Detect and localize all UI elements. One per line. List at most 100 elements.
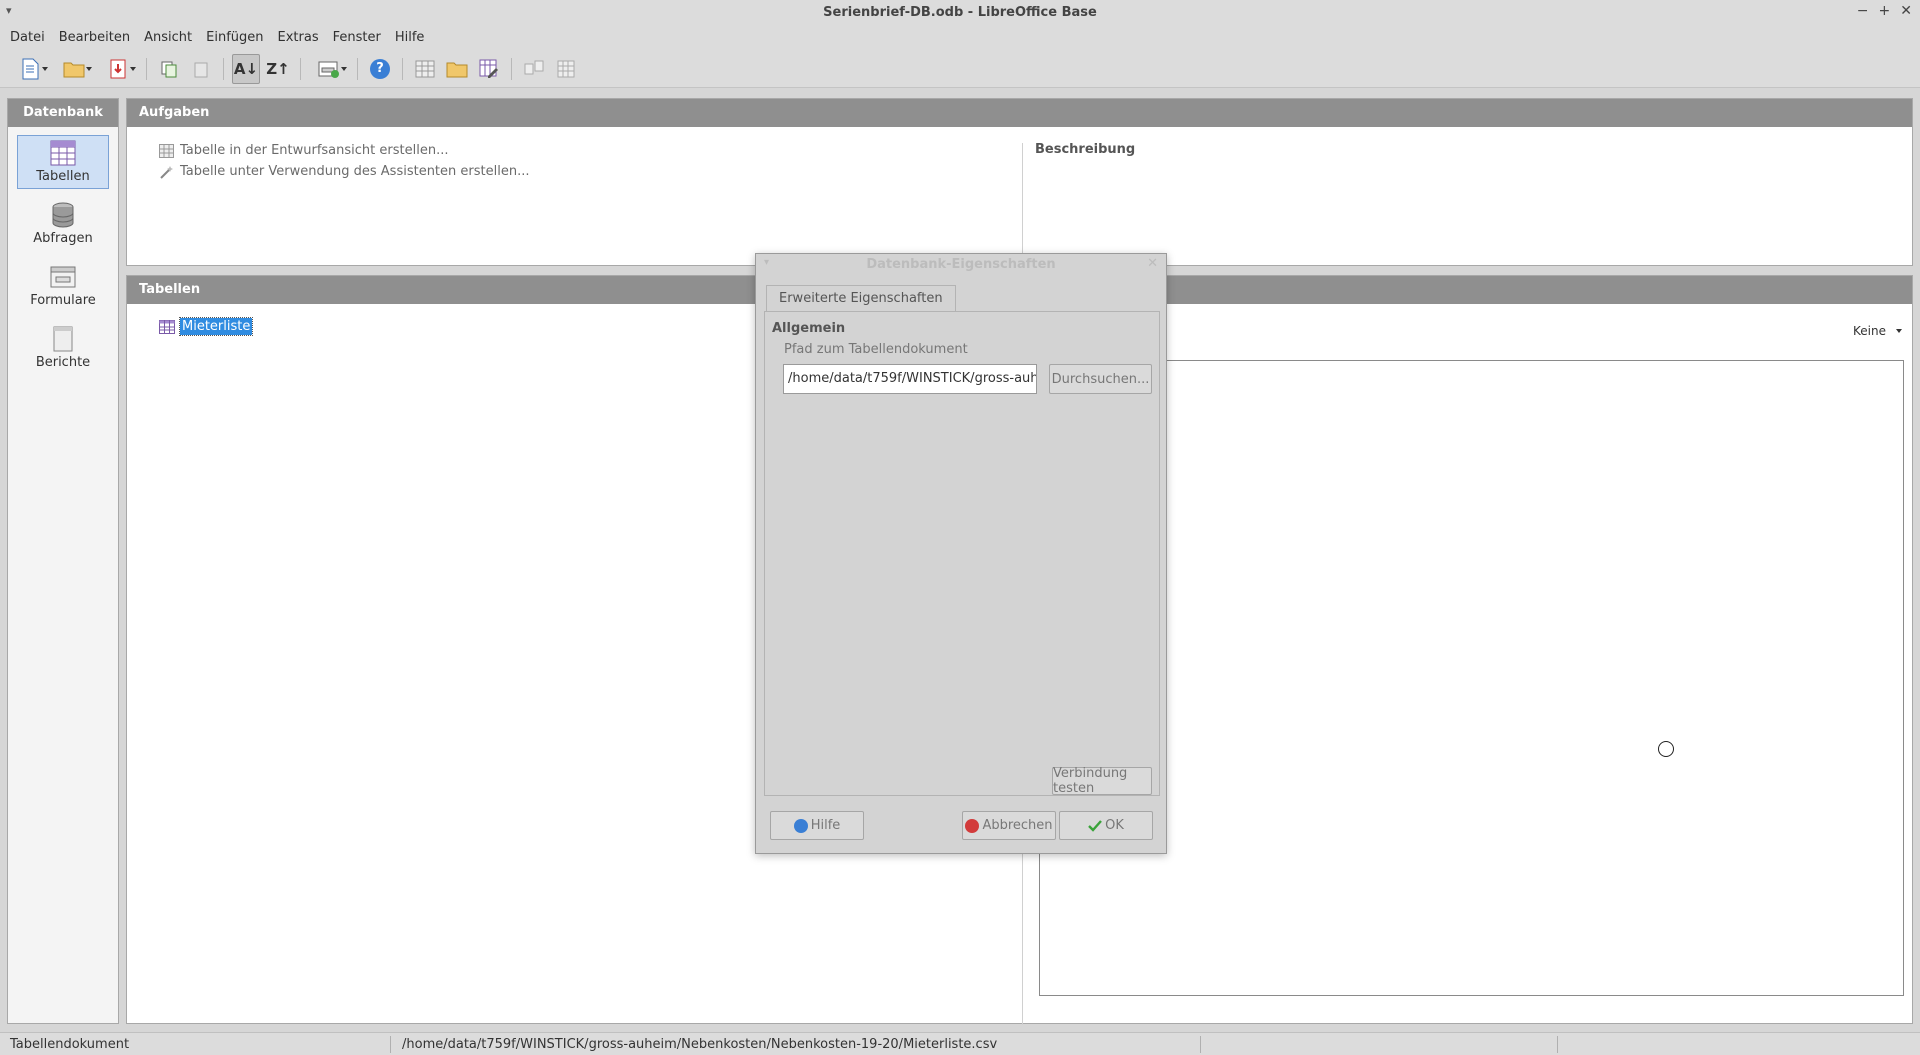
menu-fenster[interactable]: Fenster xyxy=(326,26,388,50)
path-label: Pfad zum Tabellendokument xyxy=(784,342,968,357)
database-panel: Datenbank Tabellen Abfragen Formulare Be… xyxy=(7,98,119,1024)
title-bar: ▾ Serienbrief-DB.odb - LibreOffice Base … xyxy=(0,0,1920,26)
preview-mode-value: Keine xyxy=(1853,324,1886,338)
menu-hilfe[interactable]: Hilfe xyxy=(388,26,432,50)
sidebar-item-formulare[interactable]: Formulare xyxy=(17,259,109,313)
section-allgemein: Allgemein xyxy=(772,321,846,336)
task-label: Tabelle unter Verwendung des Assistenten… xyxy=(180,164,530,179)
sidebar-item-berichte[interactable]: Berichte xyxy=(17,321,109,375)
new-document-button[interactable] xyxy=(10,54,50,84)
tab-erweiterte-eigenschaften[interactable]: Erweiterte Eigenschaften xyxy=(766,285,956,312)
paste-button[interactable] xyxy=(187,54,215,84)
path-input[interactable]: /home/data/t759f/WINSTICK/gross-auheim/ xyxy=(783,364,1037,394)
table-icon xyxy=(50,140,76,166)
tasks-divider xyxy=(1022,143,1023,267)
copy-button[interactable] xyxy=(155,54,183,84)
open-button[interactable] xyxy=(54,54,94,84)
toolbar-separator xyxy=(402,57,403,80)
sidebar-item-label: Abfragen xyxy=(33,231,93,246)
maximize-icon[interactable]: + xyxy=(1879,3,1891,19)
table-button[interactable] xyxy=(411,54,439,84)
save-icon xyxy=(110,59,126,78)
wizard-icon xyxy=(160,165,173,179)
tasks-panel-header: Aufgaben xyxy=(127,99,1912,127)
window-title: Serienbrief-DB.odb - LibreOffice Base xyxy=(823,5,1097,20)
preview-area xyxy=(1039,360,1904,996)
task-label: Tabelle in der Entwurfsansicht erstellen… xyxy=(180,143,449,158)
ok-button[interactable]: OK xyxy=(1059,811,1153,840)
menu-datei[interactable]: Datei xyxy=(3,26,52,50)
cancel-button[interactable]: Abbrechen xyxy=(962,811,1056,840)
status-path: /home/data/t759f/WINSTICK/gross-auheim/N… xyxy=(402,1037,998,1052)
sidebar-item-label: Formulare xyxy=(30,293,96,308)
sidebar-item-abfragen[interactable]: Abfragen xyxy=(17,197,109,251)
table-item-label: Mieterliste xyxy=(178,317,254,336)
edit-table-button[interactable] xyxy=(475,54,503,84)
relation-button[interactable] xyxy=(520,54,548,84)
status-bar: Tabellendokument /home/data/t759f/WINSTI… xyxy=(0,1032,1920,1055)
toolbar-separator xyxy=(300,57,301,80)
dialog-title: Datenbank-Eigenschaften xyxy=(866,257,1056,272)
sort-ascending-button[interactable]: A↓ xyxy=(232,53,260,84)
task-create-table-design[interactable]: Tabelle in der Entwurfsansicht erstellen… xyxy=(159,143,448,158)
report-icon xyxy=(53,326,73,352)
table-icon xyxy=(415,60,435,77)
form-icon xyxy=(318,61,339,78)
help-button-label: Hilfe xyxy=(810,818,841,833)
menu-bar: Datei Bearbeiten Ansicht Einfügen Extras… xyxy=(0,26,1920,50)
description-label: Beschreibung xyxy=(1035,142,1136,157)
new-document-icon xyxy=(22,58,39,79)
form-icon xyxy=(50,266,76,288)
folder-icon xyxy=(446,62,468,77)
cancel-button-label: Abbrechen xyxy=(982,818,1053,833)
form-button[interactable] xyxy=(309,54,349,84)
preview-mode-dropdown[interactable]: Keine xyxy=(1853,324,1902,338)
database-properties-dialog: ▾ Datenbank-Eigenschaften ✕ Erweiterte E… xyxy=(755,253,1167,854)
minimize-icon[interactable]: − xyxy=(1857,3,1869,19)
save-button[interactable] xyxy=(98,54,138,84)
database-icon xyxy=(52,202,74,228)
menu-ansicht[interactable]: Ansicht xyxy=(137,26,199,50)
menu-einfuegen[interactable]: Einfügen xyxy=(199,26,270,50)
window-controls: − + ✕ xyxy=(1857,3,1912,19)
toolbar-separator xyxy=(223,57,224,80)
sidebar-item-label: Tabellen xyxy=(36,169,90,184)
sort-descending-icon: Z↑ xyxy=(266,59,290,78)
toolbar-separator xyxy=(357,57,358,80)
table-item-mieterliste[interactable]: Mieterliste xyxy=(159,317,254,336)
paste-icon xyxy=(194,62,208,77)
close-icon[interactable]: ✕ xyxy=(1900,3,1912,19)
chevron-down-icon xyxy=(1896,329,1902,333)
sort-descending-button[interactable]: Z↑ xyxy=(264,54,292,84)
status-separator xyxy=(390,1036,391,1053)
menu-extras[interactable]: Extras xyxy=(271,26,326,50)
browse-button[interactable]: Durchsuchen... xyxy=(1049,364,1152,394)
test-connection-button[interactable]: Verbindung testen xyxy=(1052,766,1152,796)
dialog-close-icon[interactable]: ✕ xyxy=(1147,256,1158,271)
database-panel-header: Datenbank xyxy=(8,99,118,127)
toolbar-separator xyxy=(511,57,512,80)
check-icon xyxy=(1088,819,1103,832)
cancel-icon xyxy=(965,818,980,833)
toolbar-separator xyxy=(146,57,147,80)
task-create-table-wizard[interactable]: Tabelle unter Verwendung des Assistenten… xyxy=(159,164,529,179)
help-button[interactable]: Hilfe xyxy=(770,811,864,840)
help-button[interactable]: ? xyxy=(366,54,394,84)
status-doc-type: Tabellendokument xyxy=(10,1037,130,1052)
sidebar-item-label: Berichte xyxy=(35,355,91,370)
grid-icon xyxy=(557,60,575,77)
copy-icon xyxy=(161,61,177,77)
tasks-panel: Aufgaben Tabelle in der Entwurfsansicht … xyxy=(126,98,1913,267)
grid-button[interactable] xyxy=(552,54,580,84)
help-icon xyxy=(793,818,808,833)
tab-page: Allgemein Pfad zum Tabellendokument /hom… xyxy=(764,311,1160,796)
status-separator xyxy=(1557,1036,1558,1053)
folder-button[interactable] xyxy=(443,54,471,84)
sidebar-item-tabellen[interactable]: Tabellen xyxy=(17,135,109,189)
status-separator xyxy=(1200,1036,1201,1053)
folder-icon xyxy=(63,62,85,77)
table-icon xyxy=(159,319,175,334)
edit-table-icon xyxy=(479,59,498,78)
standard-toolbar: A↓ Z↑ ? xyxy=(0,50,1920,88)
menu-bearbeiten[interactable]: Bearbeiten xyxy=(52,26,137,50)
